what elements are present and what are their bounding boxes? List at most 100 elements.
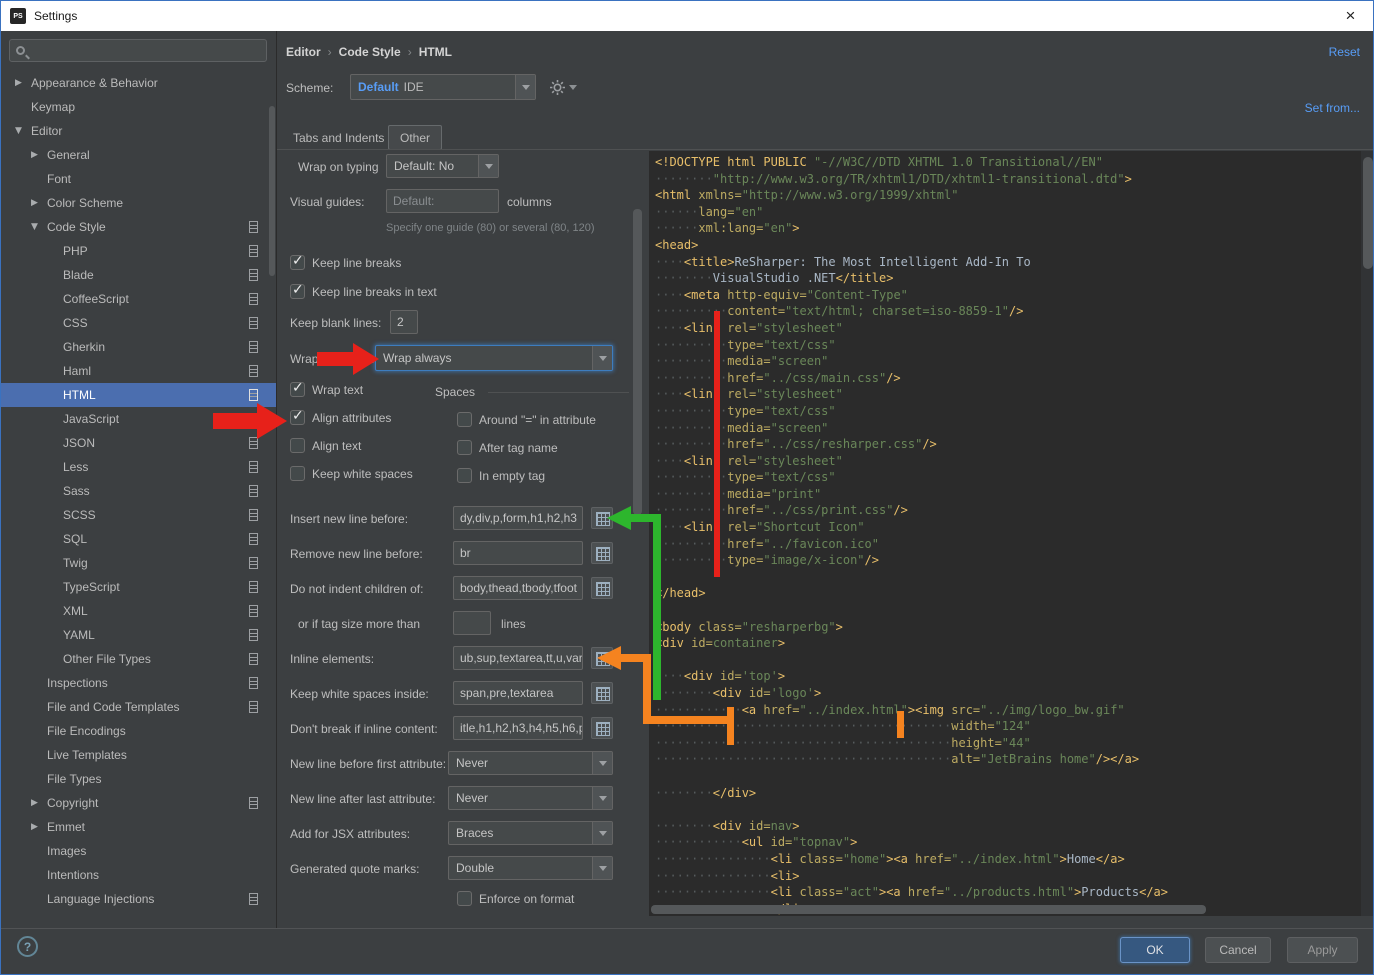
sidebar-item-intentions[interactable]: Intentions (1, 863, 276, 887)
add-for-jsx-attributes-select[interactable]: Braces (448, 821, 613, 845)
sidebar-item-label: General (47, 148, 90, 162)
chevron-right-icon[interactable]: ▶ (31, 198, 47, 208)
wrap-attributes-select[interactable]: Wrap always (375, 345, 613, 371)
breadcrumb-item-editor[interactable]: Editor (286, 45, 321, 59)
dont-break-if-inline-input[interactable]: itle,h1,h2,h3,h4,h5,h6,p (453, 716, 583, 740)
sidebar-item-file-and-code-templates[interactable]: File and Code Templates (1, 695, 276, 719)
settings-search[interactable] (9, 39, 267, 62)
keep-line-breaks-in-text-checkbox[interactable] (290, 282, 305, 299)
new-line-after-last-attribute-select[interactable]: Never (448, 786, 613, 810)
sidebar-item-live-templates[interactable]: Live Templates (1, 743, 276, 767)
sidebar-item-inspections[interactable]: Inspections (1, 671, 276, 695)
apply-button[interactable]: Apply (1287, 937, 1358, 963)
cancel-button[interactable]: Cancel (1205, 937, 1271, 963)
chevron-right-icon[interactable]: ▶ (31, 150, 47, 160)
sidebar-item-language-injections[interactable]: Language Injections (1, 887, 276, 911)
combo-value: Braces (456, 826, 494, 840)
remove-new-line-before-input[interactable]: br (453, 541, 583, 565)
sidebar-item-css[interactable]: CSS (1, 311, 276, 335)
edit-tag-list-button[interactable] (591, 507, 613, 529)
sidebar-item-sass[interactable]: Sass (1, 479, 276, 503)
sidebar-item-sql[interactable]: SQL (1, 527, 276, 551)
form-scrollbar[interactable] (633, 209, 642, 515)
align-attributes-checkbox[interactable] (290, 408, 305, 425)
breadcrumb-item-code-style[interactable]: Code Style (339, 45, 401, 59)
sidebar-item-copyright[interactable]: ▶ Copyright (1, 791, 276, 815)
enforce-on-format-checkbox[interactable] (457, 891, 472, 906)
sidebar-item-php[interactable]: PHP (1, 239, 276, 263)
wrap-text-checkbox[interactable] (290, 380, 305, 397)
sidebar-item-typescript[interactable]: TypeScript (1, 575, 276, 599)
sidebar-item-javascript[interactable]: JavaScript (1, 407, 276, 431)
inline-elements-input[interactable]: ub,sup,textarea,tt,u,var (453, 646, 583, 670)
keep-line-breaks-checkbox[interactable] (290, 253, 305, 270)
align-text-checkbox[interactable] (290, 438, 305, 453)
wrap-on-typing-select[interactable]: Default: No (386, 154, 499, 178)
chevron-right-icon[interactable]: ▶ (31, 798, 47, 808)
sidebar-item-blade[interactable]: Blade (1, 263, 276, 287)
reset-link[interactable]: Reset (1329, 45, 1360, 59)
do-not-indent-children-input[interactable]: body,thead,tbody,tfoot (453, 576, 583, 600)
after-tag-name-checkbox[interactable] (457, 440, 472, 455)
generated-quote-marks-select[interactable]: Double (448, 856, 613, 880)
sidebar-item-coffeescript[interactable]: CoffeeScript (1, 287, 276, 311)
visual-guides-input[interactable]: Default: (386, 189, 499, 213)
field-value: dy,div,p,form,h1,h2,h3 (460, 511, 577, 525)
keep-blank-lines-input[interactable]: 2 (390, 310, 418, 334)
sidebar-item-file-encodings[interactable]: File Encodings (1, 719, 276, 743)
wrap-attributes-label: Wrap attributes: (290, 352, 375, 366)
sidebar-item-editor[interactable]: ▼ Editor (1, 119, 276, 143)
sidebar-item-general[interactable]: ▶ General (1, 143, 276, 167)
search-input[interactable] (32, 43, 260, 58)
sidebar-item-less[interactable]: Less (1, 455, 276, 479)
sidebar-item-twig[interactable]: Twig (1, 551, 276, 575)
sidebar-item-gherkin[interactable]: Gherkin (1, 335, 276, 359)
sidebar-item-json[interactable]: JSON (1, 431, 276, 455)
or-if-tag-size-input[interactable] (453, 611, 491, 635)
edit-tag-list-button[interactable] (591, 577, 613, 599)
sidebar-item-yaml[interactable]: YAML (1, 623, 276, 647)
sidebar-item-html[interactable]: HTML (1, 383, 276, 407)
sidebar-item-code-style[interactable]: ▼ Code Style (1, 215, 276, 239)
chevron-right-icon[interactable]: ▶ (15, 78, 31, 88)
sidebar-scrollbar[interactable] (269, 106, 275, 276)
code-line: ··········href="../css/resharper.css"/> (655, 437, 937, 452)
sidebar-item-keymap[interactable]: Keymap (1, 95, 276, 119)
new-line-before-first-attribute-select[interactable]: Never (448, 751, 613, 775)
insert-new-line-before-input[interactable]: dy,div,p,form,h1,h2,h3 (453, 506, 583, 530)
scheme-select[interactable]: Default IDE (350, 74, 536, 100)
tab-other[interactable]: Other (388, 125, 443, 150)
tab-tabs-and-indents[interactable]: Tabs and Indents (282, 125, 395, 150)
edit-tag-list-button[interactable] (591, 682, 613, 704)
around-equals-checkbox[interactable] (457, 412, 472, 427)
sidebar-item-haml[interactable]: Haml (1, 359, 276, 383)
sidebar-item-label: File and Code Templates (47, 700, 180, 714)
sidebar-item-appearance-behavior[interactable]: ▶ Appearance & Behavior (1, 71, 276, 95)
preview-horizontal-scrollbar[interactable] (651, 905, 1206, 914)
close-icon[interactable]: × (1328, 1, 1373, 31)
sidebar-item-other-file-types[interactable]: Other File Types (1, 647, 276, 671)
breadcrumb-item-html[interactable]: HTML (419, 45, 452, 59)
keep-white-spaces-inside-input[interactable]: span,pre,textarea (453, 681, 583, 705)
chevron-down-icon[interactable]: ▼ (31, 222, 47, 232)
in-empty-tag-checkbox[interactable] (457, 468, 472, 483)
edit-tag-list-button[interactable] (591, 542, 613, 564)
code-line: ····<link rel="stylesheet" (655, 453, 843, 468)
ok-button[interactable]: OK (1120, 937, 1190, 963)
sidebar-item-file-types[interactable]: File Types (1, 767, 276, 791)
sidebar-item-emmet[interactable]: ▶ Emmet (1, 815, 276, 839)
sidebar-item-color-scheme[interactable]: ▶ Color Scheme (1, 191, 276, 215)
chevron-right-icon[interactable]: ▶ (31, 822, 47, 832)
scheme-actions-button[interactable] (549, 79, 577, 96)
preview-vertical-scrollbar[interactable] (1363, 157, 1373, 269)
sidebar-item-scss[interactable]: SCSS (1, 503, 276, 527)
set-from-link[interactable]: Set from... (1305, 101, 1360, 115)
chevron-down-icon[interactable]: ▼ (15, 126, 31, 136)
sidebar-item-images[interactable]: Images (1, 839, 276, 863)
edit-tag-list-button[interactable] (591, 647, 613, 669)
keep-white-spaces-checkbox[interactable] (290, 466, 305, 481)
sidebar-item-xml[interactable]: XML (1, 599, 276, 623)
help-icon[interactable]: ? (17, 936, 38, 957)
sidebar-item-font[interactable]: Font (1, 167, 276, 191)
edit-tag-list-button[interactable] (591, 717, 613, 739)
